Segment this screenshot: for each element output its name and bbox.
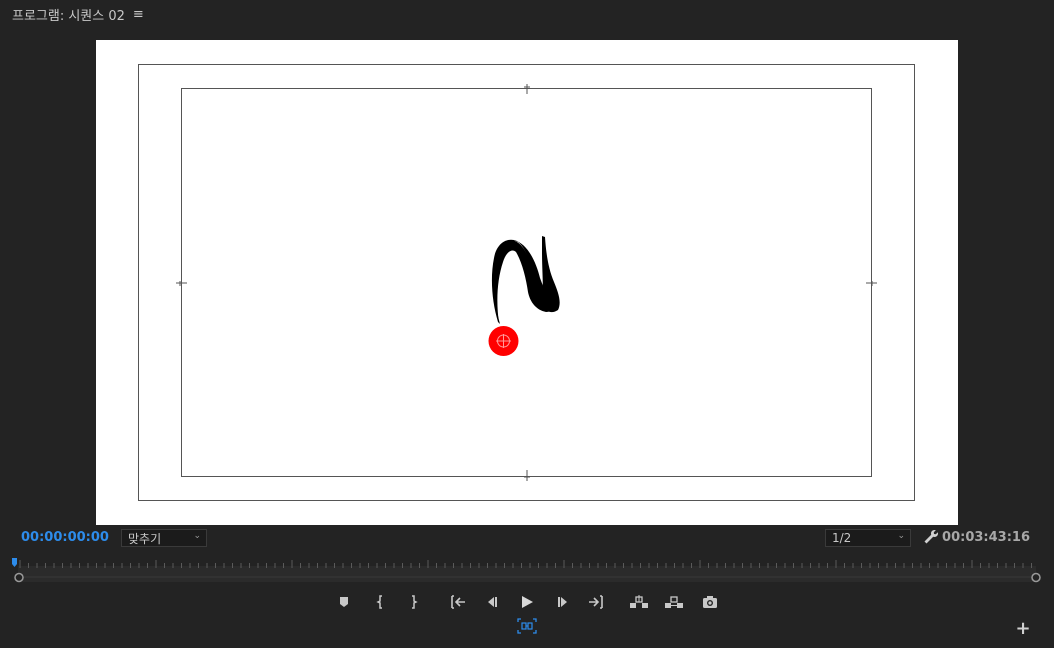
export-frame-icon[interactable]	[699, 592, 721, 612]
monitor-controls-row: 00:00:00:00 맞추기 ⌄ 1/2 ⌄ 00:03:43:16	[0, 527, 1054, 549]
lift-icon[interactable]	[628, 592, 650, 612]
panel-header: 프로그램: 시퀀스 02 ≡	[0, 0, 1054, 28]
zoom-level-select[interactable]: 맞추기 ⌄	[121, 529, 207, 547]
playhead	[12, 558, 17, 567]
add-marker-icon[interactable]	[333, 592, 355, 612]
comparison-view-icon[interactable]	[516, 616, 538, 636]
mark-in-icon[interactable]	[370, 592, 392, 612]
resolution-value: 1/2	[832, 531, 852, 545]
time-ruler-scrubber[interactable]	[0, 555, 1054, 585]
secondary-controls-row: +	[0, 616, 1054, 638]
go-to-in-icon[interactable]	[447, 592, 469, 612]
program-monitor-viewer[interactable]	[96, 40, 958, 525]
brush-stroke-image	[491, 236, 560, 324]
zoom-handle-right	[1031, 572, 1041, 583]
transport-controls	[0, 590, 1054, 614]
chevron-down-icon: ⌄	[193, 531, 201, 541]
duration-timecode: 00:03:43:16	[942, 530, 1030, 545]
zoom-level-value: 맞추기	[128, 531, 162, 546]
playback-resolution-select[interactable]: 1/2 ⌄	[825, 529, 911, 547]
ruler-track	[18, 566, 1036, 582]
zoom-handle-left	[14, 572, 24, 583]
play-icon[interactable]	[516, 592, 538, 612]
chevron-down-icon: ⌄	[897, 531, 905, 541]
cursor-marker	[488, 326, 519, 356]
panel-title[interactable]: 프로그램: 시퀀스 02	[12, 5, 125, 24]
go-to-out-icon[interactable]	[585, 592, 607, 612]
current-timecode[interactable]: 00:00:00:00	[21, 530, 109, 545]
wrench-icon[interactable]	[922, 528, 940, 546]
safe-margins-overlay	[138, 64, 915, 501]
extract-icon[interactable]	[663, 592, 685, 612]
hamburger-icon[interactable]: ≡	[133, 7, 144, 22]
mark-out-icon[interactable]	[402, 592, 424, 612]
step-forward-icon[interactable]	[552, 592, 574, 612]
step-back-icon[interactable]	[481, 592, 503, 612]
plus-icon[interactable]: +	[1014, 620, 1032, 638]
